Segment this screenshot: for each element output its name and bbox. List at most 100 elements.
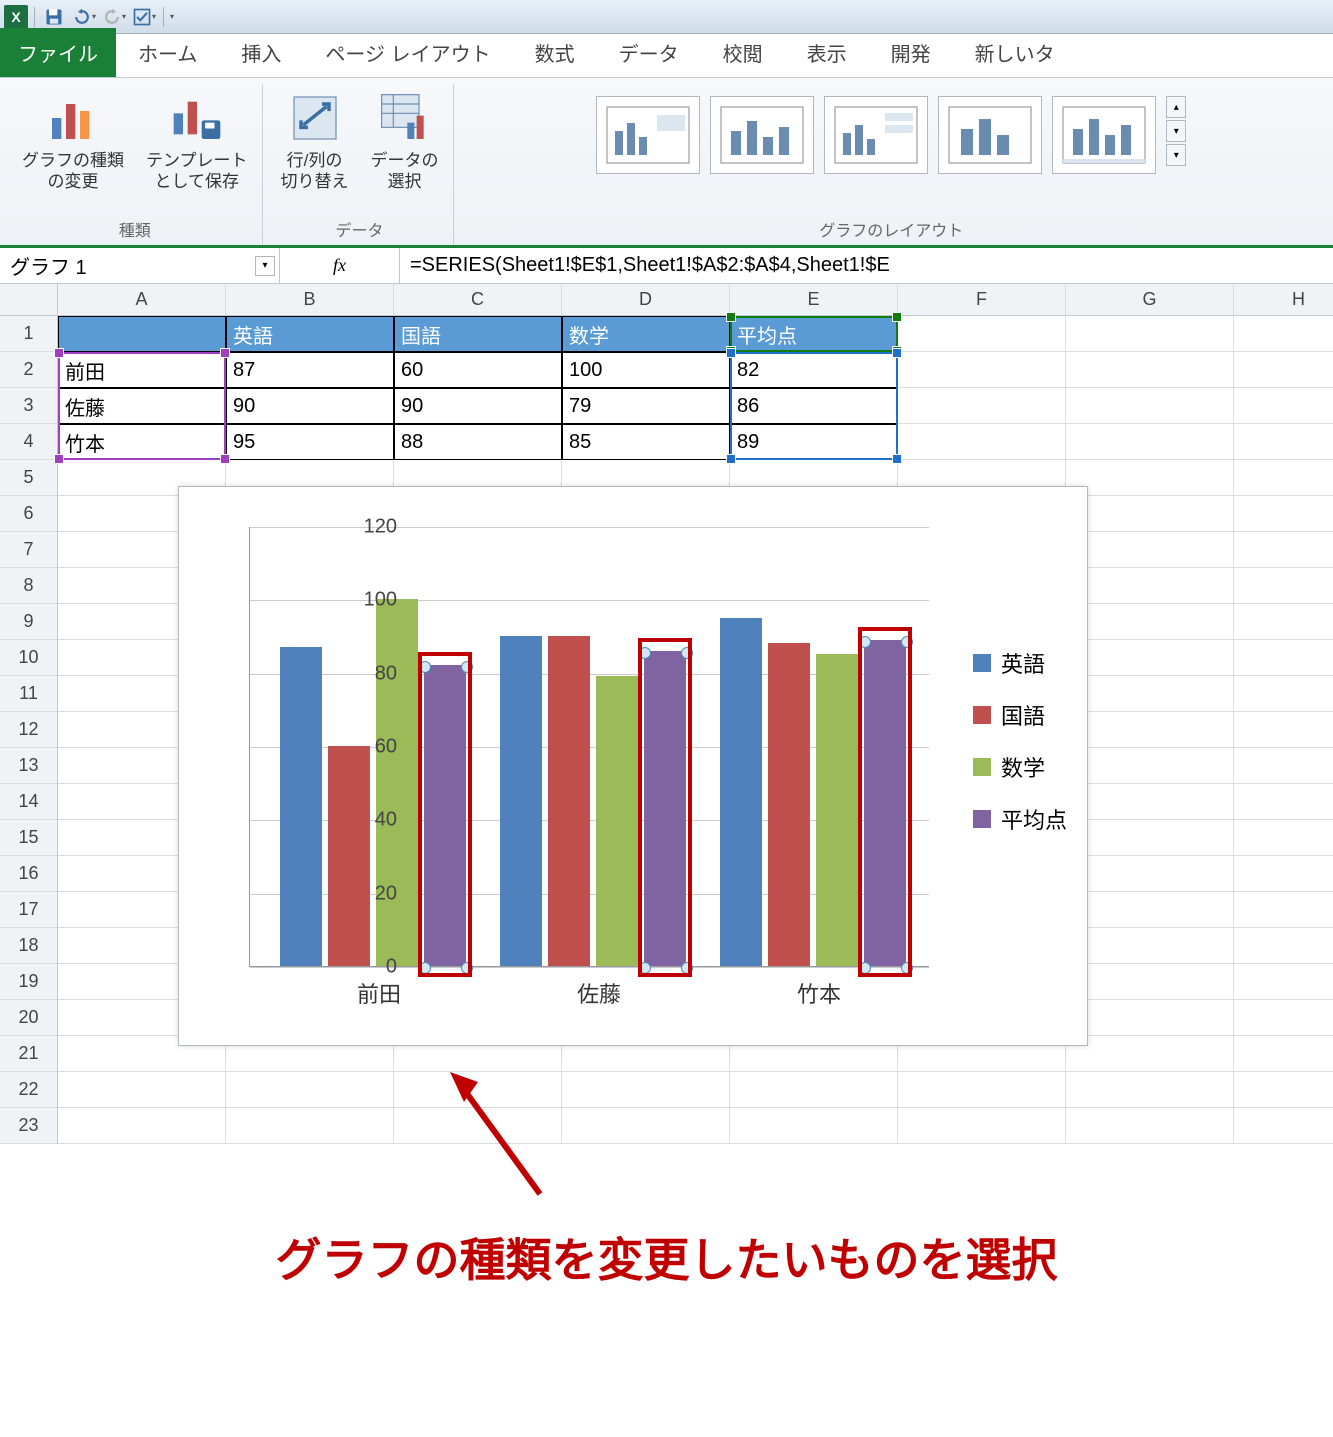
layout-option-3[interactable]	[824, 96, 928, 174]
col-header-B[interactable]: B	[226, 284, 394, 316]
cell-G15[interactable]	[1066, 820, 1234, 856]
cell-A2[interactable]: 前田	[58, 352, 226, 388]
cell-G16[interactable]	[1066, 856, 1234, 892]
cell-D23[interactable]	[562, 1108, 730, 1144]
cell-H13[interactable]	[1234, 748, 1333, 784]
cell-B3[interactable]: 90	[226, 388, 394, 424]
cell-G18[interactable]	[1066, 928, 1234, 964]
cell-D1[interactable]: 数学	[562, 316, 730, 352]
cell-E23[interactable]	[730, 1108, 898, 1144]
bar-英語-前田[interactable]	[280, 647, 322, 966]
cell-C3[interactable]: 90	[394, 388, 562, 424]
col-header-F[interactable]: F	[898, 284, 1066, 316]
tab-home[interactable]: ホーム	[116, 28, 219, 77]
col-header-E[interactable]: E	[730, 284, 898, 316]
row-header-11[interactable]: 11	[0, 676, 58, 712]
namebox-dropdown[interactable]: ▾	[255, 256, 275, 276]
tab-formulas[interactable]: 数式	[513, 28, 597, 77]
row-header-5[interactable]: 5	[0, 460, 58, 496]
row-header-17[interactable]: 17	[0, 892, 58, 928]
cell-E3[interactable]: 86	[730, 388, 898, 424]
cell-E4[interactable]: 89	[730, 424, 898, 460]
col-header-C[interactable]: C	[394, 284, 562, 316]
layout-option-2[interactable]	[710, 96, 814, 174]
name-box[interactable]: グラフ 1 ▾	[0, 248, 280, 283]
cell-G22[interactable]	[1066, 1072, 1234, 1108]
cell-A4[interactable]: 竹本	[58, 424, 226, 460]
bar-平均点-竹本[interactable]	[864, 640, 906, 966]
col-header-G[interactable]: G	[1066, 284, 1234, 316]
row-header-8[interactable]: 8	[0, 568, 58, 604]
legend-item-数学[interactable]: 数学	[973, 751, 1067, 783]
row-header-22[interactable]: 22	[0, 1072, 58, 1108]
cell-E22[interactable]	[730, 1072, 898, 1108]
cell-H15[interactable]	[1234, 820, 1333, 856]
row-header-14[interactable]: 14	[0, 784, 58, 820]
save-template-button[interactable]: テンプレート として保存	[142, 88, 252, 195]
cell-H1[interactable]	[1234, 316, 1333, 352]
embedded-chart[interactable]: 020406080100120前田佐藤竹本英語国語数学平均点	[178, 486, 1088, 1046]
switch-row-col-button[interactable]: 行/列の 切り替え	[277, 88, 353, 195]
cell-H5[interactable]	[1234, 460, 1333, 496]
gallery-down[interactable]: ▾	[1166, 120, 1186, 142]
redo-button[interactable]: ▾	[101, 4, 127, 30]
cell-A22[interactable]	[58, 1072, 226, 1108]
cell-G19[interactable]	[1066, 964, 1234, 1000]
cell-B22[interactable]	[226, 1072, 394, 1108]
cell-G4[interactable]	[1066, 424, 1234, 460]
cell-G11[interactable]	[1066, 676, 1234, 712]
cell-G1[interactable]	[1066, 316, 1234, 352]
cell-A3[interactable]: 佐藤	[58, 388, 226, 424]
undo-button[interactable]: ▾	[71, 4, 97, 30]
cell-H7[interactable]	[1234, 532, 1333, 568]
tab-data[interactable]: データ	[597, 28, 701, 77]
tab-view[interactable]: 表示	[785, 28, 869, 77]
cell-F2[interactable]	[898, 352, 1066, 388]
bar-数学-佐藤[interactable]	[596, 676, 638, 966]
gallery-more[interactable]: ▾	[1166, 144, 1186, 166]
cell-H12[interactable]	[1234, 712, 1333, 748]
gallery-up[interactable]: ▴	[1166, 96, 1186, 118]
cell-H11[interactable]	[1234, 676, 1333, 712]
cell-H9[interactable]	[1234, 604, 1333, 640]
layout-option-5[interactable]	[1052, 96, 1156, 174]
cell-B2[interactable]: 87	[226, 352, 394, 388]
cell-D2[interactable]: 100	[562, 352, 730, 388]
cell-G12[interactable]	[1066, 712, 1234, 748]
cell-H21[interactable]	[1234, 1036, 1333, 1072]
row-header-7[interactable]: 7	[0, 532, 58, 568]
tab-pagelayout[interactable]: ページ レイアウト	[303, 28, 512, 77]
bar-平均点-佐藤[interactable]	[644, 651, 686, 966]
cell-G9[interactable]	[1066, 604, 1234, 640]
cell-B23[interactable]	[226, 1108, 394, 1144]
row-header-3[interactable]: 3	[0, 388, 58, 424]
change-chart-type-button[interactable]: グラフの種類 の変更	[18, 88, 128, 195]
tab-new[interactable]: 新しいタ	[953, 28, 1077, 77]
cell-F1[interactable]	[898, 316, 1066, 352]
cell-G10[interactable]	[1066, 640, 1234, 676]
save-button[interactable]	[41, 4, 67, 30]
cell-E1[interactable]: 平均点	[730, 316, 898, 352]
cell-H16[interactable]	[1234, 856, 1333, 892]
tab-insert[interactable]: 挿入	[219, 28, 303, 77]
layout-option-4[interactable]	[938, 96, 1042, 174]
cell-G17[interactable]	[1066, 892, 1234, 928]
select-data-button[interactable]: データの 選択	[367, 88, 443, 195]
plot-area[interactable]	[249, 527, 929, 967]
cell-C4[interactable]: 88	[394, 424, 562, 460]
cell-D3[interactable]: 79	[562, 388, 730, 424]
chart-legend[interactable]: 英語国語数学平均点	[973, 647, 1067, 835]
select-all-corner[interactable]	[0, 284, 58, 316]
cell-G14[interactable]	[1066, 784, 1234, 820]
row-header-12[interactable]: 12	[0, 712, 58, 748]
layout-option-1[interactable]	[596, 96, 700, 174]
bar-平均点-前田[interactable]	[424, 665, 466, 966]
tab-review[interactable]: 校閲	[701, 28, 785, 77]
legend-item-平均点[interactable]: 平均点	[973, 803, 1067, 835]
bar-国語-佐藤[interactable]	[548, 636, 590, 966]
cell-H17[interactable]	[1234, 892, 1333, 928]
cell-F4[interactable]	[898, 424, 1066, 460]
cell-A23[interactable]	[58, 1108, 226, 1144]
cell-D22[interactable]	[562, 1072, 730, 1108]
cell-G7[interactable]	[1066, 532, 1234, 568]
